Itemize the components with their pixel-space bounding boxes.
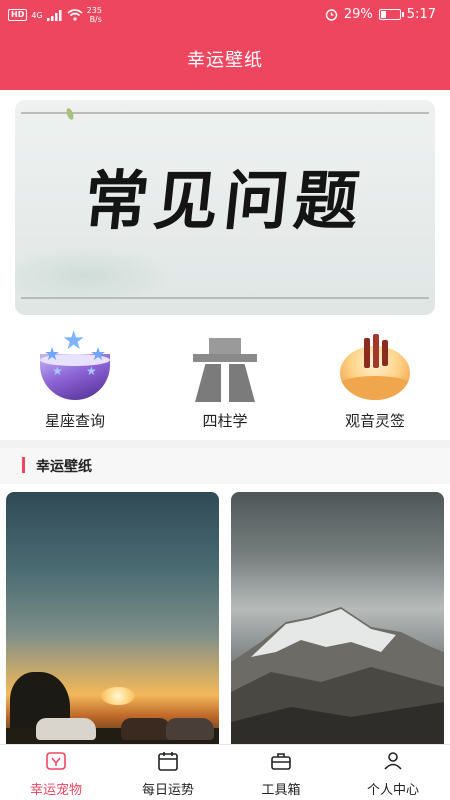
- tab-daily-fortune[interactable]: 每日运势: [112, 745, 224, 800]
- snowy-mountain-wallpaper[interactable]: [231, 492, 444, 752]
- section-header: 幸运壁纸: [0, 448, 450, 484]
- sunset-horses-wallpaper[interactable]: [6, 492, 219, 752]
- mountain-range: [231, 602, 444, 752]
- signal-icon: [46, 9, 62, 21]
- quick-item-label: 观音灵签: [344, 412, 405, 430]
- section-title: 幸运壁纸: [36, 459, 92, 475]
- tab-lucky-pet[interactable]: 幸运宠物: [0, 745, 112, 800]
- mist-decoration: [15, 245, 175, 305]
- quick-item-constellation[interactable]: ★ ★ ★ ★ ★ 星座查询: [0, 322, 150, 437]
- leaf-decoration: [65, 107, 75, 121]
- user-icon: [384, 752, 402, 770]
- banner-top-rule: [21, 112, 429, 114]
- quick-item-label: 四柱学: [202, 412, 248, 430]
- tab-label: 幸运宠物: [29, 783, 82, 798]
- net-speed-unit: B/s: [89, 15, 102, 24]
- tab-label: 工具箱: [261, 783, 301, 798]
- clock-time: 5:17: [406, 7, 436, 22]
- banner-bottom-rule: [21, 297, 429, 299]
- section-accent-bar: [22, 457, 25, 473]
- quick-item-guanyin[interactable]: 观音灵签: [300, 322, 450, 437]
- faq-banner[interactable]: 常见问题: [15, 100, 435, 315]
- quick-item-label: 星座查询: [44, 412, 105, 430]
- horse-brown: [121, 718, 171, 740]
- net-speed-value: 235: [86, 6, 102, 15]
- battery-level-fill: [380, 11, 386, 18]
- quick-item-sizhu[interactable]: 四柱学: [150, 322, 300, 437]
- wifi-icon: [67, 9, 83, 21]
- section-divider: [0, 440, 450, 448]
- constellation-icon: ★ ★ ★ ★ ★: [40, 328, 110, 400]
- calendar-icon: [158, 752, 178, 771]
- fortune-sticks-icon: [340, 332, 410, 400]
- network-type: 4G: [31, 10, 43, 20]
- battery-percent: 29%: [343, 7, 373, 22]
- tab-label: 个人中心: [366, 783, 419, 798]
- page-title: 幸运壁纸: [187, 50, 263, 71]
- banner-calligraphy-text: 常见问题: [80, 164, 369, 239]
- battery-icon: [378, 9, 404, 20]
- tab-label: 每日运势: [141, 783, 194, 798]
- wallpaper-grid: [0, 488, 450, 752]
- tab-toolbox[interactable]: 工具箱: [225, 745, 337, 800]
- horse-white: [36, 718, 96, 740]
- alarm-icon: [325, 9, 338, 21]
- app-header: HD 4G 235 B/s 29% 5:17 幸运壁纸: [0, 0, 450, 90]
- net-speed: 235 B/s: [87, 6, 102, 24]
- bottom-tab-bar: 幸运宠物 每日运势 工具箱 个人中心: [0, 744, 450, 800]
- pet-icon: [46, 752, 66, 770]
- toolbox-icon: [271, 753, 291, 770]
- road-icon: [190, 332, 260, 402]
- hd-badge: HD: [8, 9, 28, 21]
- quick-menu: ★ ★ ★ ★ ★ 星座查询 四柱学 观音灵签: [0, 322, 450, 437]
- status-bar: HD 4G 235 B/s 29% 5:17: [0, 0, 450, 30]
- horse-dark: [166, 718, 214, 740]
- tree-silhouette: [6, 672, 219, 752]
- tab-profile[interactable]: 个人中心: [337, 745, 449, 800]
